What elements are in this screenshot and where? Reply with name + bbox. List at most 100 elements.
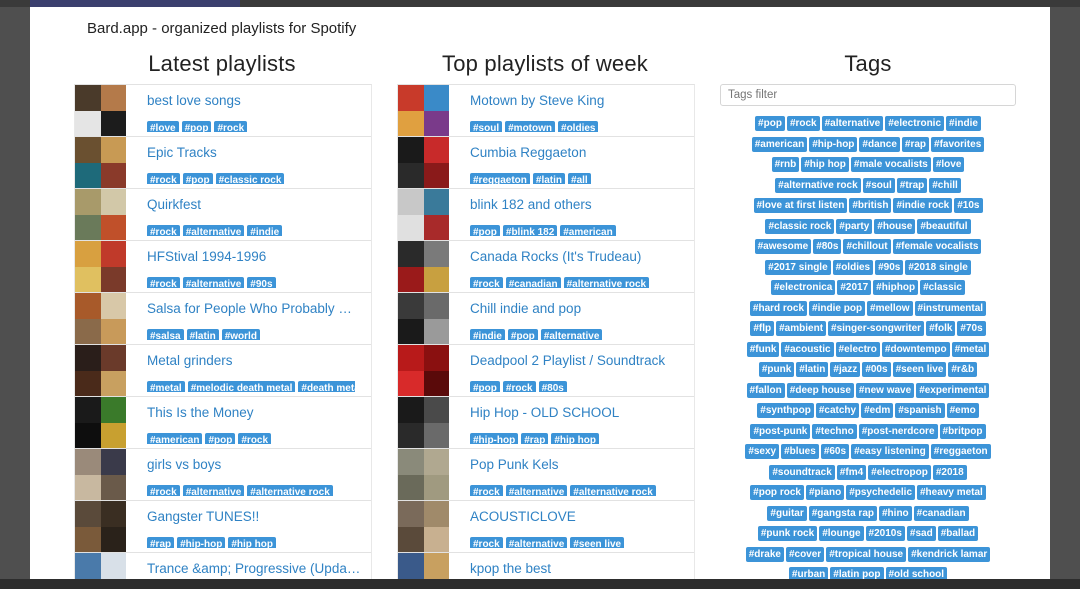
playlist-row[interactable]: blink 182 and others #pop #blink 182 #ameri… (398, 189, 694, 241)
tag-badge[interactable]: #pop (470, 225, 500, 236)
playlist-row[interactable]: Epic Tracks #rock #pop #classic rock (75, 137, 371, 189)
tag-cloud-badge[interactable]: #spanish (895, 403, 945, 418)
tag-cloud-badge[interactable]: #latin (796, 362, 829, 377)
tag-badge[interactable]: #pop (470, 381, 500, 392)
playlist-cover[interactable] (398, 293, 449, 344)
tag-cloud-badge[interactable]: #jazz (830, 362, 861, 377)
tag-cloud-badge[interactable]: #pop (755, 116, 785, 131)
tag-cloud-badge[interactable]: #house (874, 218, 916, 234)
tag-cloud-badge[interactable]: #ballad (937, 526, 979, 541)
tag-cloud-badge[interactable]: #beautiful (917, 218, 971, 234)
tag-badge[interactable]: #rock (147, 173, 180, 184)
tag-cloud-badge[interactable]: #favorites (931, 136, 985, 152)
tag-badge[interactable]: #latin (532, 173, 566, 184)
tag-badge[interactable]: #rock (470, 537, 503, 548)
playlist-row[interactable]: Canada Rocks (It's Trudeau) #rock #canadia… (398, 241, 694, 293)
tag-cloud-badge[interactable]: #2017 single (765, 259, 831, 275)
tag-cloud-badge[interactable]: #rnb (771, 157, 800, 172)
tag-badge[interactable]: #american (560, 225, 616, 236)
playlist-row[interactable]: Quirkfest #rock #alternative #indie (75, 189, 371, 241)
playlist-cover[interactable] (398, 397, 449, 448)
playlist-cover[interactable] (75, 397, 126, 448)
tag-cloud-badge[interactable]: #hip-hop (809, 136, 858, 152)
playlist-row[interactable]: Deadpool 2 Playlist / Soundtrack #pop #roc… (398, 345, 694, 397)
tag-badge[interactable]: #rock (502, 381, 536, 392)
playlist-name-link[interactable]: Chill indie and pop (470, 301, 684, 316)
tag-cloud-badge[interactable]: #oldies (832, 259, 874, 275)
tag-badge[interactable]: #alternative (540, 329, 603, 340)
tag-cloud-badge[interactable]: #mellow (867, 300, 913, 316)
playlist-row[interactable]: Motown by Steve King #soul #motown #oldies (398, 85, 694, 137)
playlist-row[interactable]: Metal grinders #metal #melodic death metal… (75, 345, 371, 397)
playlist-row[interactable]: Pop Punk Kels #rock #alternative #alternati… (398, 449, 694, 501)
tag-badge[interactable]: #pop (181, 121, 212, 132)
tag-badge[interactable]: #rock (147, 485, 180, 496)
tag-cloud-badge[interactable]: #folk (926, 321, 956, 336)
playlist-name-link[interactable]: Salsa for People Who Probably Don't Danc… (147, 301, 361, 316)
tag-cloud-badge[interactable]: #hard rock (749, 300, 808, 316)
tag-badge[interactable]: #reggaeton (470, 173, 530, 184)
tag-badge[interactable]: #alternative (182, 225, 245, 236)
playlist-cover[interactable] (75, 553, 126, 579)
tag-badge[interactable]: #alternative (182, 277, 245, 288)
tag-cloud-badge[interactable]: #electropop (868, 464, 931, 480)
tag-cloud-badge[interactable]: #80s (813, 239, 842, 254)
tag-cloud-badge[interactable]: #fm4 (836, 464, 867, 480)
tag-badge[interactable]: #rap (521, 433, 549, 444)
tag-cloud-badge[interactable]: #punk (758, 362, 795, 377)
playlist-row[interactable]: Trance &amp; Progressive (Updated Weekly… (75, 553, 371, 579)
tag-cloud-badge[interactable]: #sad (906, 526, 936, 541)
tag-cloud-badge[interactable]: #techno (812, 423, 857, 439)
tag-badge[interactable]: #alternative (505, 485, 568, 496)
tag-cloud-badge[interactable]: #love (932, 157, 965, 172)
tag-cloud-badge[interactable]: #fallon (746, 382, 785, 398)
tag-cloud-badge[interactable]: #alternative (821, 116, 884, 131)
playlist-row[interactable]: ACOUSTICLOVE #rock #alternative #seen live (398, 501, 694, 553)
tag-cloud-badge[interactable]: #chill (929, 177, 961, 193)
playlist-row[interactable]: girls vs boys #rock #alternative #alternati… (75, 449, 371, 501)
tag-cloud-badge[interactable]: #sexy (745, 444, 780, 459)
tag-cloud-badge[interactable]: #catchy (815, 403, 860, 418)
tag-badge[interactable]: #hip-hop (177, 537, 226, 548)
playlist-row[interactable]: HFStival 1994-1996 #rock #alternative #90s (75, 241, 371, 293)
tag-badge[interactable]: #alternative rock (247, 485, 333, 496)
tag-cloud-badge[interactable]: #gangsta rap (808, 505, 877, 521)
tag-cloud-badge[interactable]: #2010s (865, 526, 905, 541)
tag-cloud-badge[interactable]: #acoustic (781, 341, 834, 357)
tag-badge[interactable]: #pop (182, 173, 213, 184)
playlist-name-link[interactable]: This Is the Money (147, 405, 361, 420)
tag-badge[interactable]: #seen live (570, 537, 625, 548)
playlist-name-link[interactable]: ACOUSTICLOVE (470, 509, 684, 524)
tag-badge[interactable]: #world (221, 329, 260, 340)
playlist-cover[interactable] (398, 345, 449, 396)
tag-cloud-badge[interactable]: #kendrick lamar (908, 546, 991, 562)
tag-cloud-badge[interactable]: #hiphop (873, 280, 919, 295)
tag-badge[interactable]: #indie (470, 329, 505, 340)
tag-cloud-badge[interactable]: #flp (750, 321, 775, 336)
playlist-name-link[interactable]: Quirkfest (147, 197, 361, 212)
tag-cloud-badge[interactable]: #ambient (776, 321, 827, 336)
playlist-name-link[interactable]: kpop the best (470, 561, 684, 576)
tag-cloud-badge[interactable]: #trap (896, 177, 928, 193)
tag-cloud-badge[interactable]: #dance (859, 136, 900, 152)
playlist-row[interactable]: Cumbia Reggaeton #reggaeton #latin #all (398, 137, 694, 189)
tag-cloud-badge[interactable]: #alternative rock (775, 177, 861, 193)
playlist-name-link[interactable]: Hip Hop - OLD SCHOOL (470, 405, 684, 420)
playlist-cover[interactable] (75, 449, 126, 500)
tag-cloud-badge[interactable]: #synthpop (757, 403, 814, 418)
tag-cloud-badge[interactable]: #electronica (770, 280, 836, 295)
tag-cloud-badge[interactable]: #experimental (916, 382, 990, 398)
playlist-name-link[interactable]: HFStival 1994-1996 (147, 249, 361, 264)
tag-badge[interactable]: #rock (470, 485, 503, 496)
tag-cloud-badge[interactable]: #electronic (885, 116, 945, 131)
tag-cloud-badge[interactable]: #edm (861, 403, 894, 418)
tag-cloud-badge[interactable]: #indie (946, 116, 981, 131)
tag-cloud-badge[interactable]: #2018 (932, 464, 967, 480)
tag-badge[interactable]: #death metal (298, 381, 355, 392)
tag-cloud-badge[interactable]: #70s (957, 321, 986, 336)
playlist-name-link[interactable]: Pop Punk Kels (470, 457, 684, 472)
tag-cloud-badge[interactable]: #awesome (754, 239, 812, 254)
tag-badge[interactable]: #alternative rock (563, 277, 650, 288)
tag-cloud-badge[interactable]: #indie rock (893, 198, 953, 213)
tag-badge[interactable]: #rock (147, 277, 180, 288)
